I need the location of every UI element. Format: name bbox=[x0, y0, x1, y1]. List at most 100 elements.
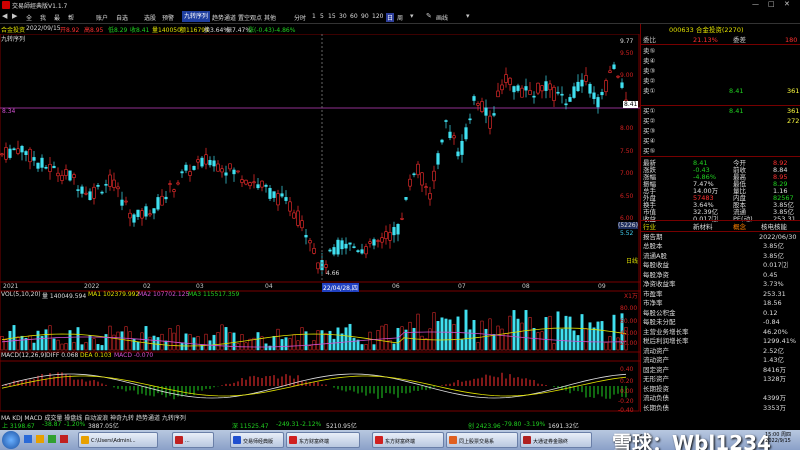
toolbar-nine-turn[interactable]: 九转序列 bbox=[182, 11, 211, 22]
toolbar-alert[interactable]: 预警 bbox=[162, 13, 174, 22]
clock[interactable]: 15:00 周四 2022/9/15 bbox=[765, 432, 791, 444]
sell-order-row: 卖③ bbox=[643, 67, 656, 75]
volume-bar bbox=[44, 329, 48, 351]
task-eastmoney-1[interactable]: 东方财富终端 bbox=[286, 432, 360, 448]
period-1[interactable]: 1 bbox=[312, 13, 316, 20]
sz-index: 深 11525.47 bbox=[232, 423, 269, 430]
back-icon[interactable]: ◀ bbox=[2, 12, 7, 20]
candle-body bbox=[500, 84, 504, 91]
candle-body bbox=[584, 75, 588, 82]
volume-bar bbox=[472, 319, 476, 351]
candle-body bbox=[16, 148, 20, 154]
toolbar-watchlist[interactable]: 自选 bbox=[116, 13, 128, 22]
task-datong[interactable]: 大通证券金融终 bbox=[520, 432, 592, 448]
toolbar-trend-channel[interactable]: 趋势通道 bbox=[212, 13, 236, 22]
period-15[interactable]: 15 bbox=[328, 13, 336, 20]
candle-body bbox=[92, 186, 96, 199]
volume-bar bbox=[312, 340, 316, 351]
period-day[interactable]: 日 bbox=[386, 13, 395, 22]
period-120[interactable]: 120 bbox=[372, 13, 383, 20]
volume-bar bbox=[572, 330, 576, 351]
candle-body bbox=[244, 179, 248, 185]
period-30[interactable]: 30 bbox=[339, 13, 347, 20]
candle-body bbox=[152, 208, 156, 214]
period-minute[interactable]: 分时 bbox=[294, 13, 306, 22]
volume-bar bbox=[216, 332, 220, 351]
candle-body bbox=[388, 232, 392, 241]
start-button[interactable] bbox=[2, 431, 20, 449]
volume-bar bbox=[96, 344, 100, 351]
draw-icon[interactable]: ✎ bbox=[426, 12, 432, 20]
candle-body bbox=[72, 174, 76, 178]
volume-bar bbox=[32, 342, 36, 351]
app-icon-red[interactable] bbox=[60, 435, 68, 443]
volume-bar bbox=[384, 324, 388, 351]
financial-row: 流通A股 3.85亿 bbox=[643, 251, 784, 260]
volume-bar bbox=[556, 311, 560, 351]
toolbar-mine[interactable]: 我 bbox=[40, 13, 46, 22]
volume-bar bbox=[156, 337, 160, 351]
toolbar-help[interactable]: 帮 bbox=[68, 13, 74, 22]
y-tick: 6.00 bbox=[620, 215, 634, 222]
folder-icon[interactable] bbox=[36, 435, 44, 443]
stock-name: 合金投资 bbox=[1, 27, 26, 34]
task-explorer[interactable]: C:\Users\Admini... bbox=[78, 432, 158, 448]
vol-value: 量 140049.594 bbox=[42, 293, 87, 300]
toolbar-account[interactable]: 账户 bbox=[96, 13, 108, 22]
app-icon bbox=[2, 1, 10, 9]
period-60[interactable]: 60 bbox=[350, 13, 358, 20]
candle-body bbox=[400, 218, 404, 220]
candle-body bbox=[508, 77, 512, 85]
quote-panel: 000633 合金投资(2270) 委比 21.13% 委差 180 卖⑤ 卖④ 卖… bbox=[640, 24, 800, 412]
candle-body bbox=[32, 157, 36, 161]
maximize-button[interactable]: □ bbox=[768, 0, 775, 8]
candle-body bbox=[328, 249, 332, 252]
more-periods-icon[interactable]: ▾ bbox=[410, 12, 414, 20]
forward-icon[interactable]: ▶ bbox=[12, 12, 17, 20]
candle-body bbox=[48, 163, 52, 172]
y-tick: 6.50 bbox=[620, 193, 634, 200]
sz-pct: -2.12% bbox=[300, 421, 322, 428]
toolbar-short-view[interactable]: 置空观点 bbox=[238, 13, 262, 22]
task-red-app[interactable]: ... bbox=[172, 432, 214, 448]
y-tick: 9.50 bbox=[620, 50, 634, 57]
candle-body bbox=[384, 231, 388, 240]
financial-row: 长期负债 3353万 bbox=[643, 403, 787, 412]
toolbar-other[interactable]: 其他 bbox=[264, 13, 276, 22]
volume-bar bbox=[180, 342, 184, 351]
period-week[interactable]: 周 bbox=[397, 13, 403, 22]
volume-bar bbox=[524, 310, 528, 351]
candle-body bbox=[476, 103, 480, 106]
candle-body bbox=[344, 243, 348, 249]
buy-order-row: 买④ bbox=[643, 137, 656, 145]
volume-bar bbox=[84, 342, 88, 351]
task-eastmoney-2[interactable]: 东方财富终端 bbox=[372, 432, 444, 448]
period-5[interactable]: 5 bbox=[320, 13, 324, 20]
candle-body bbox=[168, 183, 172, 185]
candle-body bbox=[516, 85, 520, 91]
toolbar-all[interactable]: 全 bbox=[26, 13, 32, 22]
financial-row: 税后利润增长率 1299.41% bbox=[643, 337, 797, 345]
task-trading-system[interactable]: 同上股票交易系 bbox=[446, 432, 518, 448]
task-trader[interactable]: 交易师经典版 bbox=[230, 432, 284, 448]
macd-dea: DEA 0.103 bbox=[80, 352, 112, 359]
volume-bar bbox=[8, 330, 12, 351]
candle-body bbox=[404, 197, 408, 200]
candle-body bbox=[428, 193, 432, 200]
vol-ma1: MA1 102379.992 bbox=[88, 291, 140, 298]
info-close: 收8.41 bbox=[130, 27, 150, 34]
period-90[interactable]: 90 bbox=[361, 13, 369, 20]
expand-icon[interactable]: ▾ bbox=[466, 12, 470, 20]
ie-icon[interactable] bbox=[24, 435, 32, 443]
candle-body bbox=[24, 151, 28, 155]
volume-bar bbox=[152, 335, 156, 351]
close-button[interactable]: ✕ bbox=[784, 0, 790, 8]
toolbar-draw-line[interactable]: 画线 bbox=[436, 13, 448, 22]
volume-bar bbox=[520, 322, 524, 351]
toolbar-latest[interactable]: 最 bbox=[54, 13, 60, 22]
toolbar-stock-screen[interactable]: 选股 bbox=[144, 13, 156, 22]
candle-body bbox=[372, 239, 376, 246]
minimize-button[interactable]: — bbox=[752, 0, 759, 8]
app-icon-green[interactable] bbox=[48, 435, 56, 443]
candle-body bbox=[112, 179, 116, 188]
